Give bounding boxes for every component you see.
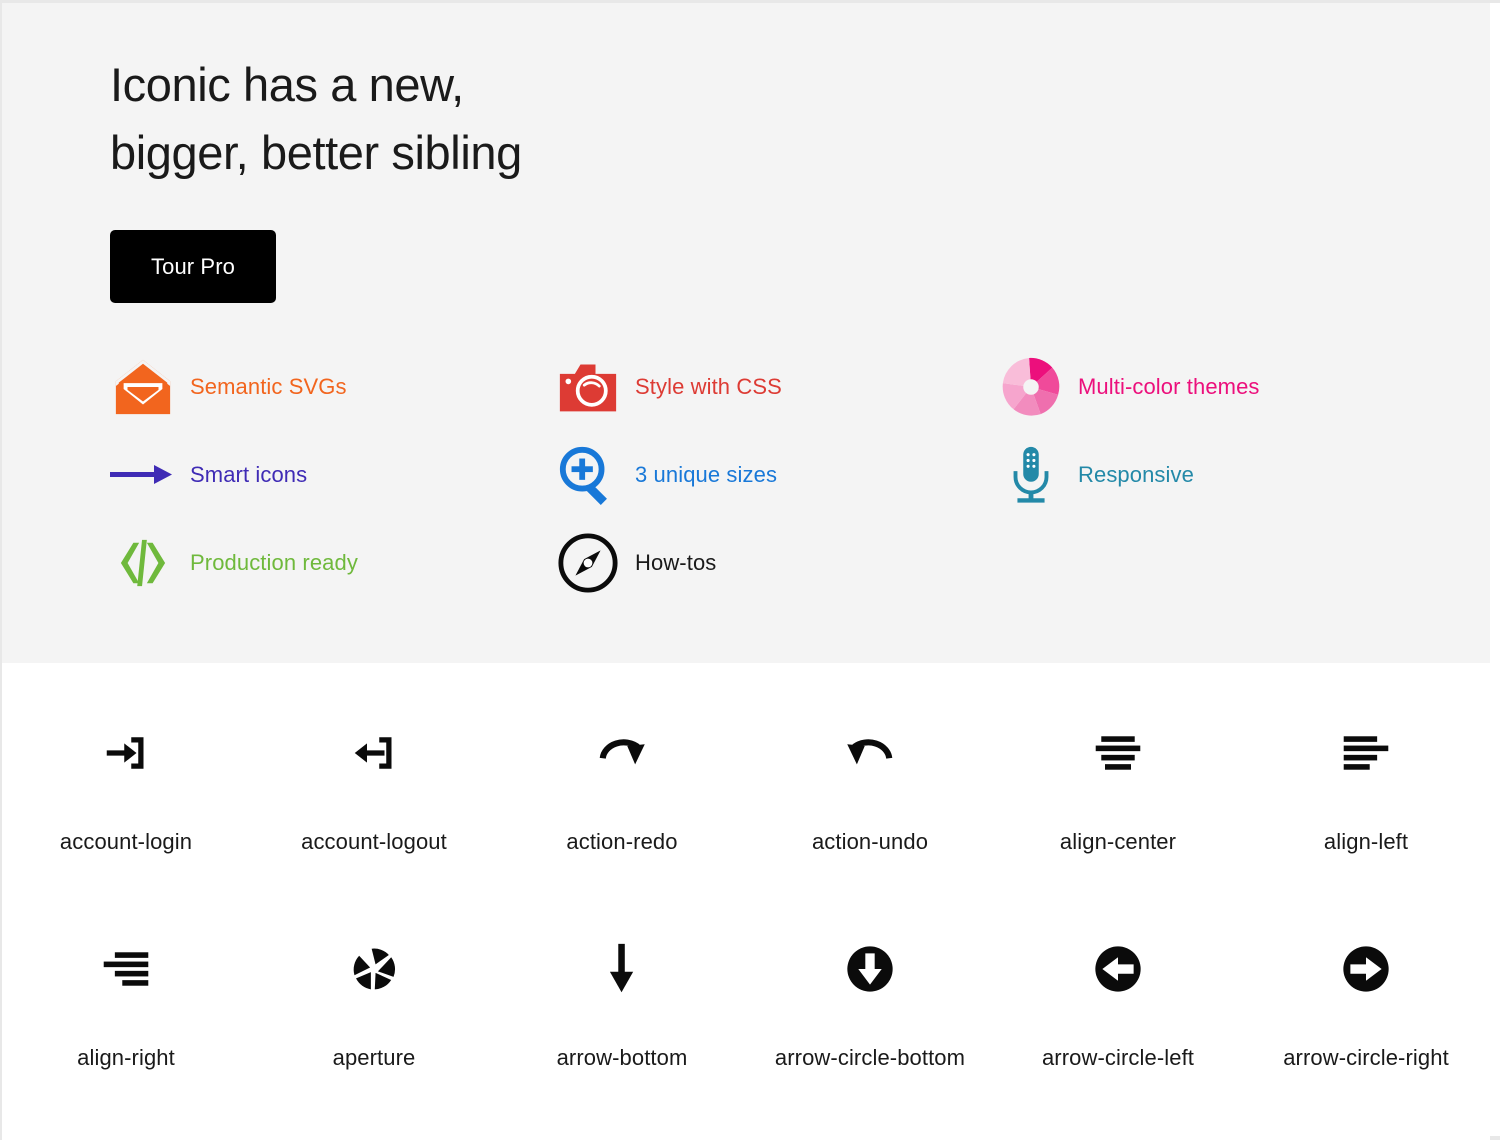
feature-smart-icons[interactable]: Smart icons (110, 431, 555, 519)
icon-label: arrow-circle-right (1283, 1045, 1449, 1070)
feature-list: Semantic SVGs Style with CSS Multi-color… (110, 343, 1400, 607)
icon-label: arrow-circle-bottom (774, 1045, 966, 1070)
align-right-icon (100, 931, 152, 1007)
page-title: Iconic has a new, bigger, better sibling (110, 58, 522, 179)
feature-style-with-css[interactable]: Style with CSS (555, 343, 998, 431)
icon-label: account-logout (301, 829, 447, 854)
icon-cell-arrow-circle-right[interactable]: arrow-circle-right (1242, 931, 1490, 1147)
arrow-circle-right-icon (1341, 931, 1391, 1007)
align-left-icon (1340, 715, 1392, 791)
icon-label: action-redo (566, 829, 678, 854)
arrow-right-icon (110, 442, 176, 508)
page-root: Iconic has a new, bigger, better sibling… (0, 0, 1500, 1147)
icon-cell-action-redo[interactable]: action-redo (498, 715, 746, 931)
feature-label: Semantic SVGs (190, 374, 347, 399)
feature-3-unique-sizes[interactable]: 3 unique sizes (555, 431, 998, 519)
arrow-bottom-icon (597, 931, 647, 1007)
envelope-icon (110, 354, 176, 420)
compass-icon (555, 530, 621, 596)
align-center-icon (1092, 715, 1144, 791)
feature-multi-color-themes[interactable]: Multi-color themes (998, 343, 1398, 431)
icon-cell-arrow-circle-bottom[interactable]: arrow-circle-bottom (746, 931, 994, 1147)
feature-label: Smart icons (190, 462, 308, 487)
arrow-circle-bottom-icon (845, 931, 895, 1007)
icon-label: account-login (59, 829, 193, 854)
icon-label: action-undo (811, 829, 929, 854)
tour-pro-button[interactable]: Tour Pro (110, 230, 276, 303)
feature-label: Responsive (1078, 462, 1194, 487)
icon-label: align-left (1323, 829, 1409, 854)
code-icon (110, 530, 176, 596)
account-login-icon (98, 715, 154, 791)
icon-cell-aperture[interactable]: aperture (250, 931, 498, 1147)
icon-cell-account-logout[interactable]: account-logout (250, 715, 498, 931)
hero-section: Iconic has a new, bigger, better sibling… (2, 3, 1490, 663)
feature-label: Production ready (190, 550, 358, 575)
icon-cell-align-center[interactable]: align-center (994, 715, 1242, 931)
feature-how-tos[interactable]: How-tos (555, 519, 998, 607)
action-redo-icon (594, 715, 650, 791)
icon-label: align-center (1059, 829, 1177, 854)
icon-cell-arrow-bottom[interactable]: arrow-bottom (498, 931, 746, 1147)
icon-label: arrow-circle-left (1041, 1045, 1195, 1070)
icon-label: arrow-bottom (556, 1045, 688, 1070)
icon-grid-section: account-login account-logout action-redo (2, 665, 1490, 1147)
feature-responsive[interactable]: Responsive (998, 431, 1398, 519)
arrow-circle-left-icon (1093, 931, 1143, 1007)
feature-label: How-tos (635, 550, 717, 575)
icon-cell-align-right[interactable]: align-right (2, 931, 250, 1147)
icon-cell-action-undo[interactable]: action-undo (746, 715, 994, 931)
account-logout-icon (346, 715, 402, 791)
aperture-icon (998, 354, 1064, 420)
icon-label: aperture (332, 1045, 416, 1070)
icon-cell-account-login[interactable]: account-login (2, 715, 250, 931)
feature-production-ready[interactable]: Production ready (110, 519, 555, 607)
icon-cell-align-left[interactable]: align-left (1242, 715, 1490, 931)
camera-icon (555, 354, 621, 420)
feature-label: Style with CSS (635, 374, 782, 399)
icon-cell-arrow-circle-left[interactable]: arrow-circle-left (994, 931, 1242, 1147)
action-undo-icon (842, 715, 898, 791)
feature-semantic-svgs[interactable]: Semantic SVGs (110, 343, 555, 431)
feature-label: Multi-color themes (1078, 374, 1260, 399)
feature-label: 3 unique sizes (635, 462, 778, 487)
icon-label: align-right (77, 1045, 175, 1070)
aperture-black-icon (349, 931, 399, 1007)
zoom-in-icon (555, 442, 621, 508)
microphone-icon (998, 442, 1064, 508)
